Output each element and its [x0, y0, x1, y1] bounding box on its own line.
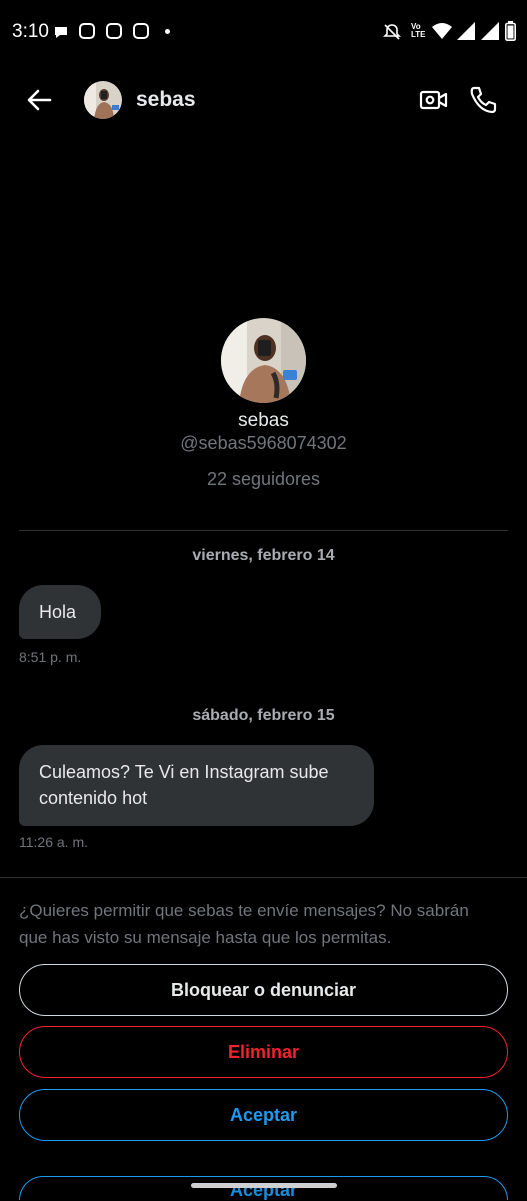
message-time: 11:26 a. m. [19, 834, 89, 850]
video-call-icon[interactable] [418, 84, 450, 116]
instagram-notification-icon [133, 23, 149, 39]
signal-icon [481, 22, 499, 40]
date-separator: viernes, febrero 14 [192, 547, 335, 564]
wifi-icon [432, 23, 452, 39]
instagram-notification-icon [106, 23, 122, 39]
accept-button[interactable]: Aceptar [19, 1089, 508, 1141]
more-notifications-dot [165, 29, 170, 34]
back-arrow-icon[interactable] [22, 82, 58, 118]
panel-divider [0, 877, 527, 878]
instagram-notification-icon [79, 23, 95, 39]
profile-name: sebas [238, 410, 289, 431]
bell-muted-icon [383, 24, 401, 40]
volte-indicator: Vo LTE [411, 22, 426, 39]
chat-notification-icon [55, 27, 67, 38]
status-time: 3:10 [12, 21, 49, 42]
profile-divider [19, 530, 508, 531]
block-or-report-button[interactable]: Bloquear o denunciar [19, 964, 508, 1016]
profile-followers: 22 seguidores [206, 469, 321, 489]
message-bubble[interactable]: Culeamos? Te Vi en Instagram sube conten… [19, 745, 374, 826]
message-request-prompt: ¿Quieres permitir que sebas te envíe men… [19, 901, 469, 947]
date-separator: sábado, febrero 15 [192, 707, 335, 724]
profile-handle: @sebas5968074302 [180, 433, 347, 453]
signal-icon [457, 22, 475, 40]
avatar[interactable] [84, 81, 122, 119]
delete-button[interactable]: Eliminar [19, 1026, 508, 1078]
message-bubble[interactable]: Hola [19, 585, 101, 639]
message-time: 8:51 p. m. [19, 649, 82, 665]
status-bar: 3:10 Vo LTE [0, 0, 527, 64]
battery-icon [505, 21, 516, 41]
home-indicator[interactable] [191, 1183, 337, 1188]
phone-icon[interactable] [467, 84, 499, 116]
profile-avatar[interactable] [221, 318, 306, 403]
header-name[interactable]: sebas [136, 88, 196, 112]
